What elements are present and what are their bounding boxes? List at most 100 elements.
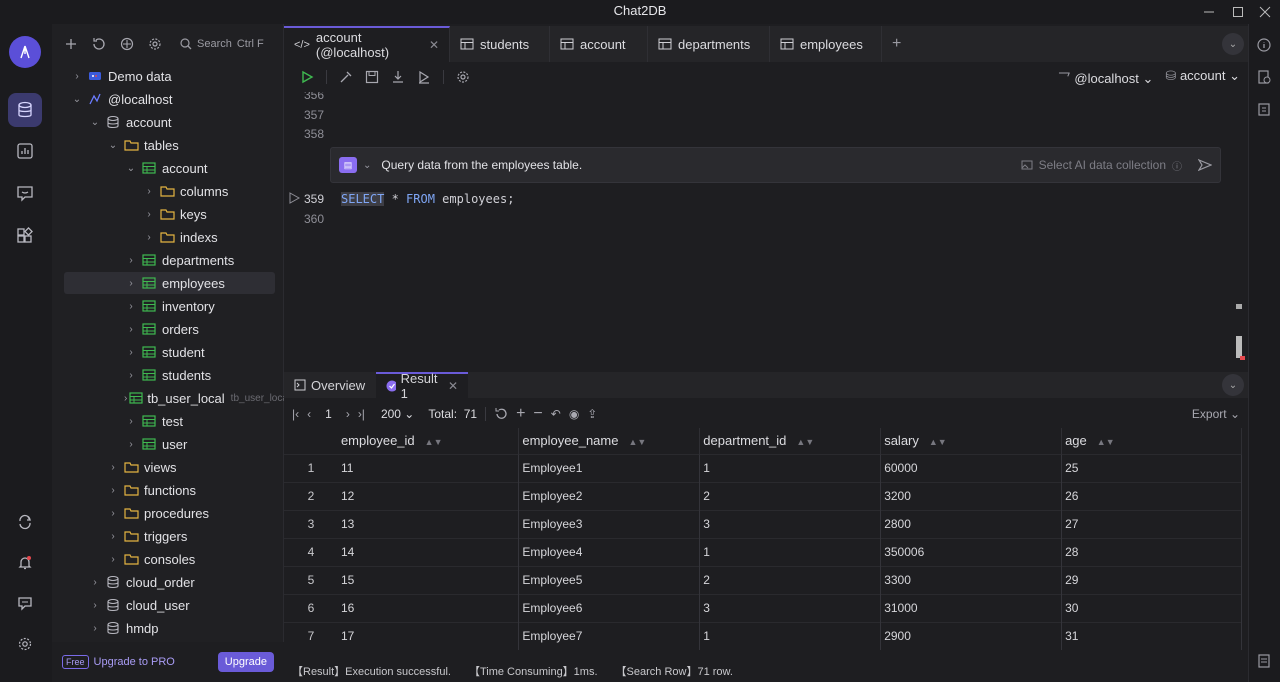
tree-node-keys[interactable]: › keys — [64, 203, 275, 225]
table-cell[interactable]: 3 — [699, 593, 882, 622]
expand-chevron-icon[interactable]: › — [88, 600, 102, 611]
column-header[interactable]: employee_id ▲▼ — [337, 428, 520, 454]
table-cell[interactable]: 25 — [1061, 453, 1242, 482]
expand-chevron-icon[interactable]: ⌄ — [124, 163, 138, 174]
editor-scrollbar[interactable] — [1236, 336, 1242, 358]
table-row[interactable]: 3 13 Employee3 3 2800 27 — [284, 509, 1242, 538]
table-cell[interactable]: 29 — [1061, 565, 1242, 594]
table-cell[interactable]: 3300 — [880, 565, 1063, 594]
table-cell[interactable]: 3 — [699, 509, 882, 538]
sort-icon[interactable]: ▲▼ — [1097, 437, 1115, 447]
table-cell[interactable]: Employee1 — [518, 453, 701, 482]
table-cell[interactable]: 2800 — [880, 509, 1063, 538]
expand-chevron-icon[interactable]: › — [106, 508, 120, 519]
editor-settings-icon[interactable] — [456, 70, 470, 84]
export-button[interactable]: Export ⌄ — [1192, 407, 1240, 421]
plugins-icon[interactable] — [8, 219, 42, 253]
minimize-icon[interactable] — [1194, 0, 1224, 24]
table-cell[interactable]: 13 — [337, 509, 520, 538]
expand-chevron-icon[interactable]: ⌄ — [106, 140, 120, 151]
tree-node-cloud-order[interactable]: › cloud_order — [64, 571, 275, 593]
table-cell[interactable]: 31 — [1061, 621, 1242, 650]
table-cell[interactable]: 3200 — [880, 481, 1063, 510]
table-cell[interactable]: 2 — [699, 565, 882, 594]
table-cell[interactable]: 17 — [337, 621, 520, 650]
expand-chevron-icon[interactable]: › — [88, 623, 102, 634]
close-window-icon[interactable] — [1250, 0, 1280, 24]
sort-icon[interactable]: ▲▼ — [425, 437, 443, 447]
sql-statement[interactable]: SELECT * FROM employees; — [341, 192, 514, 206]
collapse-results-icon[interactable]: ⌄ — [1222, 374, 1244, 396]
ai-chat-icon[interactable]: ▤ — [339, 157, 357, 173]
upgrade-link[interactable]: Upgrade to PRO — [94, 656, 175, 668]
tree-node-tables[interactable]: ⌄ tables — [64, 134, 275, 156]
table-cell[interactable]: 27 — [1061, 509, 1242, 538]
close-tab-icon[interactable]: ✕ — [429, 38, 439, 52]
tree-node-consoles[interactable]: › consoles — [64, 548, 275, 570]
table-cell[interactable]: 60000 — [880, 453, 1063, 482]
info-icon[interactable] — [1257, 38, 1271, 52]
expand-chevron-icon[interactable]: › — [88, 577, 102, 588]
expand-chevron-icon[interactable]: › — [142, 186, 156, 197]
format-sql-icon[interactable] — [339, 70, 353, 84]
tree-node-employees[interactable]: › employees — [64, 272, 275, 294]
expand-chevron-icon[interactable]: › — [124, 255, 138, 266]
column-header[interactable]: department_id ▲▼ — [699, 428, 882, 454]
expand-chevron-icon[interactable]: › — [124, 301, 138, 312]
expand-chevron-icon[interactable]: › — [124, 278, 138, 289]
history-icon[interactable] — [1257, 70, 1271, 84]
table-cell[interactable]: 2 — [699, 481, 882, 510]
table-row[interactable]: 5 15 Employee5 2 3300 29 — [284, 565, 1242, 594]
first-page-icon[interactable]: |‹ — [292, 407, 299, 421]
database-icon[interactable] — [8, 93, 42, 127]
table-row[interactable]: 6 16 Employee6 3 31000 30 — [284, 593, 1242, 622]
chat-icon[interactable] — [8, 176, 42, 210]
table-cell[interactable]: 11 — [337, 453, 520, 482]
column-header[interactable]: employee_name ▲▼ — [518, 428, 701, 454]
add-row-icon[interactable]: + — [516, 405, 525, 423]
tree-node-inventory[interactable]: › inventory — [64, 295, 275, 317]
table-cell[interactable]: 2900 — [880, 621, 1063, 650]
undo-icon[interactable]: ↶ — [551, 407, 561, 421]
prev-page-icon[interactable]: ‹ — [307, 407, 311, 421]
maximize-icon[interactable] — [1223, 0, 1253, 24]
table-cell[interactable]: 30 — [1061, 593, 1242, 622]
app-logo-icon[interactable] — [9, 36, 41, 68]
run-icon[interactable] — [300, 70, 314, 84]
reload-icon[interactable] — [494, 407, 508, 421]
expand-chevron-icon[interactable]: › — [124, 439, 138, 450]
expand-chevron-icon[interactable]: › — [124, 347, 138, 358]
expand-chevron-icon[interactable]: › — [124, 416, 138, 427]
tree-node-procedures[interactable]: › procedures — [64, 502, 275, 524]
ai-prompt-bar[interactable]: ▤ ⌄ Query data from the employees table.… — [330, 147, 1221, 183]
tree-node-demo-data[interactable]: › Demo data — [64, 65, 275, 87]
table-cell[interactable]: 28 — [1061, 537, 1242, 566]
expand-chevron-icon[interactable]: › — [106, 531, 120, 542]
add-tab-icon[interactable]: + — [882, 26, 911, 62]
table-cell[interactable]: 1 — [699, 621, 882, 650]
tabs-dropdown-icon[interactable]: ⌄ — [1222, 33, 1244, 55]
tab-students[interactable]: students — [450, 26, 550, 62]
table-cell[interactable]: 350006 — [880, 537, 1063, 566]
delete-row-icon[interactable]: − — [533, 405, 542, 423]
next-page-icon[interactable]: › — [346, 407, 350, 421]
tab-account[interactable]: account — [550, 26, 648, 62]
tree-node-indexs[interactable]: › indexs — [64, 226, 275, 248]
tree-node--localhost[interactable]: ⌄ @localhost — [64, 88, 275, 110]
expand-chevron-icon[interactable]: › — [124, 324, 138, 335]
ai-mode-chevron-icon[interactable]: ⌄ — [363, 160, 371, 171]
view-icon[interactable]: ◉ — [569, 407, 579, 421]
download-icon[interactable] — [391, 70, 405, 84]
explain-icon[interactable] — [417, 70, 431, 84]
expand-chevron-icon[interactable]: › — [142, 209, 156, 220]
expand-chevron-icon[interactable]: › — [142, 232, 156, 243]
add-connection-icon[interactable] — [60, 33, 82, 55]
host-select[interactable]: ⺂ @localhost ⌄ — [1058, 68, 1154, 87]
table-cell[interactable]: Employee6 — [518, 593, 701, 622]
table-cell[interactable]: 15 — [337, 565, 520, 594]
tree-node-orders[interactable]: › orders — [64, 318, 275, 340]
submit-icon[interactable]: ⇪ — [587, 407, 597, 421]
table-row[interactable]: 4 14 Employee4 1 350006 28 — [284, 537, 1242, 566]
expand-chevron-icon[interactable]: ⌄ — [88, 117, 102, 128]
table-cell[interactable]: 16 — [337, 593, 520, 622]
